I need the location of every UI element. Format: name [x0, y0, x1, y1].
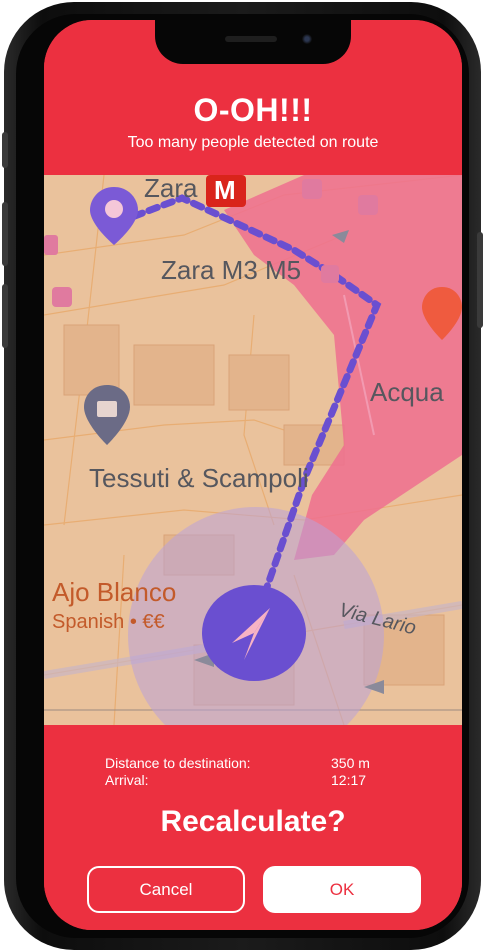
current-location-marker — [202, 585, 306, 681]
power-button — [477, 232, 483, 328]
map-label-zara-station: Zara M3 M5 — [161, 255, 302, 285]
distance-value: 350 m — [331, 755, 370, 771]
volume-down-button — [2, 284, 8, 348]
map-label-ajo-cuisine: Spanish • €€ — [52, 611, 165, 633]
arrival-label: Arrival: — [105, 772, 149, 788]
metro-letter: M — [214, 175, 236, 205]
map-label-zara: Zara — [144, 175, 198, 203]
phone-frame: O-OH!!! Too many people detected on rout… — [2, 2, 483, 950]
ok-button[interactable]: OK — [263, 866, 421, 913]
earpiece-speaker — [225, 36, 277, 42]
volume-up-button — [2, 202, 8, 266]
map-label-acqua: Acqua — [370, 377, 444, 407]
arrival-value: 12:17 — [331, 772, 367, 788]
recalculate-panel: Distance to destination: 350 m Arrival: … — [44, 725, 462, 930]
distance-label: Distance to destination: — [105, 755, 251, 771]
screen: O-OH!!! Too many people detected on rout… — [44, 20, 462, 930]
map-view[interactable]: Zara M Zara M3 M5 Acqua Tessuti & Scampo… — [44, 175, 462, 725]
front-camera — [302, 34, 312, 44]
alert-title: O-OH!!! — [193, 92, 313, 128]
map-label-tessuti: Tessuti & Scampoli — [89, 463, 309, 493]
cancel-button[interactable]: Cancel — [87, 866, 245, 913]
silent-switch — [2, 132, 8, 168]
recalculate-question: Recalculate? — [160, 805, 346, 838]
notch — [155, 20, 351, 64]
shopping-pin-icon[interactable] — [84, 385, 130, 445]
alert-subtitle: Too many people detected on route — [127, 134, 379, 151]
map-label-ajo-blanco: Ajo Blanco — [52, 577, 177, 607]
